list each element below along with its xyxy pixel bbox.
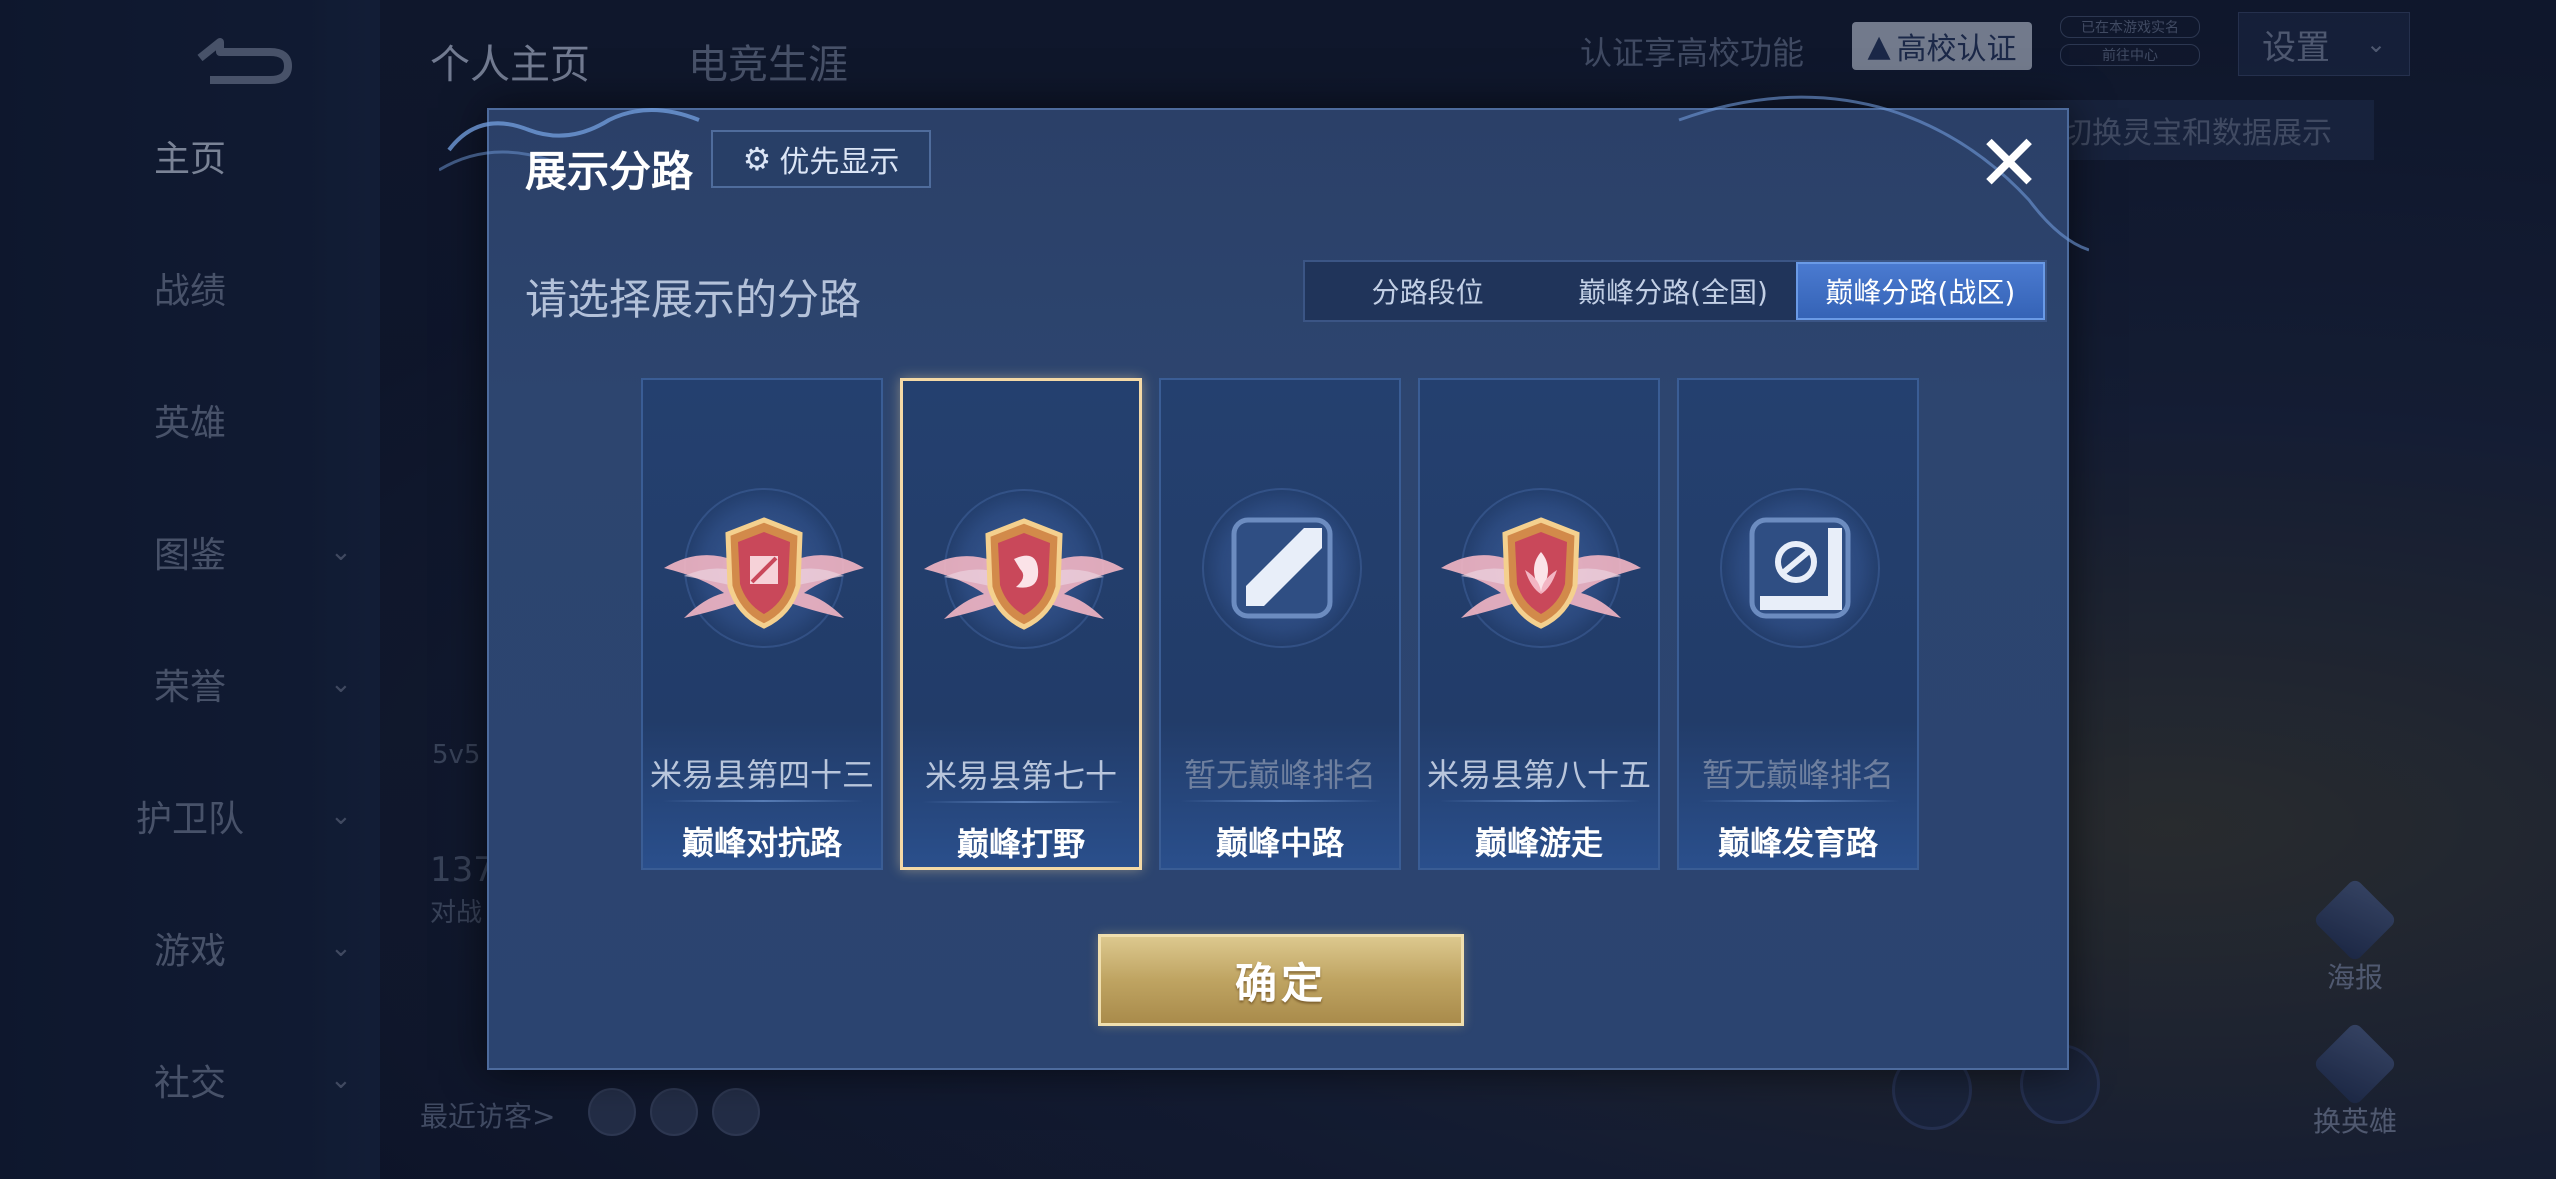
lane-card[interactable]: 暂无巅峰排名 巅峰中路	[1159, 378, 1401, 870]
lane-rank-text: 米易县第四十三	[649, 756, 874, 794]
divider	[663, 800, 863, 802]
roam-badge-icon	[1441, 517, 1641, 629]
lane-name: 巅峰游走	[1474, 824, 1603, 862]
lane-name: 巅峰打野	[956, 825, 1085, 863]
jungle-badge-icon	[924, 518, 1124, 630]
lane-card[interactable]: 米易县第八十五 巅峰游走	[1418, 378, 1660, 870]
lane-name: 巅峰对抗路	[681, 824, 842, 862]
lane-rank-text: 暂无巅峰排名	[1183, 756, 1376, 794]
mid-lane-icon	[1231, 517, 1333, 619]
priority-display-button[interactable]: ⚙ 优先显示	[711, 130, 931, 188]
lane-name: 巅峰发育路	[1717, 824, 1878, 862]
tab-peak-region[interactable]: 巅峰分路(战区)	[1795, 262, 2045, 320]
divider	[1699, 800, 1899, 802]
lane-card[interactable]: 暂无巅峰排名 巅峰发育路	[1677, 378, 1919, 870]
confirm-button[interactable]: 确定	[1098, 934, 1464, 1026]
lane-card[interactable]: 米易县第七十 巅峰打野	[900, 378, 1142, 870]
divider	[1440, 800, 1640, 802]
farm-lane-icon	[1749, 517, 1851, 619]
lane-rank-text: 米易县第七十	[924, 757, 1117, 795]
lane-card[interactable]: 米易县第四十三 巅峰对抗路	[641, 378, 883, 870]
ranking-scope-tabs: 分路段位 巅峰分路(全国) 巅峰分路(战区)	[1303, 260, 2047, 322]
gear-icon: ⚙	[742, 140, 772, 178]
tab-peak-national[interactable]: 巅峰分路(全国)	[1550, 262, 1795, 320]
lane-rank-text: 米易县第八十五	[1426, 756, 1651, 794]
close-button[interactable]: ✕	[1969, 124, 2049, 204]
clash-lane-badge-icon	[664, 517, 864, 629]
priority-display-label: 优先显示	[779, 145, 900, 180]
tab-lane-rank[interactable]: 分路段位	[1305, 262, 1550, 320]
divider	[923, 801, 1123, 803]
lane-rank-text: 暂无巅峰排名	[1701, 756, 1894, 794]
dialog-title: 展示分路	[525, 147, 694, 196]
divider	[1181, 800, 1381, 802]
lane-name: 巅峰中路	[1215, 824, 1344, 862]
lane-display-dialog: 展示分路 ⚙ 优先显示 ✕ 请选择展示的分路 分路段位 巅峰分路(全国) 巅峰分…	[439, 95, 2089, 1070]
dialog-subtitle: 请选择展示的分路	[525, 275, 862, 324]
